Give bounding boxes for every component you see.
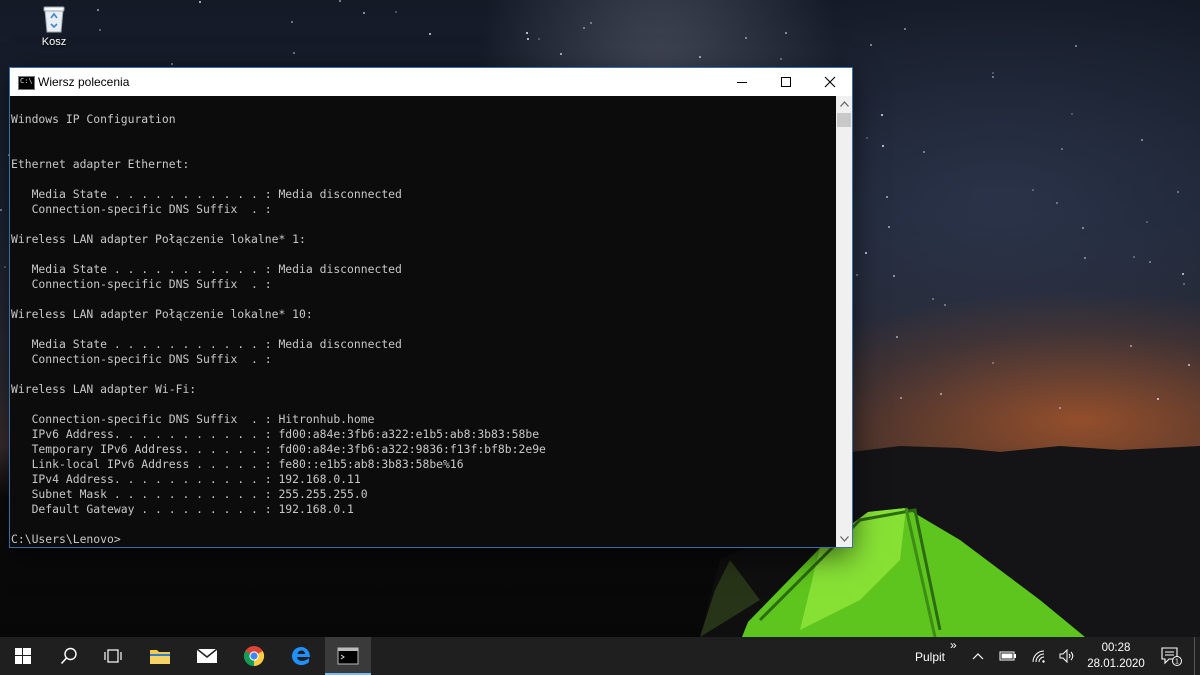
file-explorer-button[interactable] <box>137 637 183 675</box>
console-line: Ethernet adapter Ethernet: <box>11 157 190 171</box>
chrome-button[interactable] <box>231 637 277 675</box>
volume-button[interactable] <box>1054 637 1080 675</box>
vertical-scrollbar[interactable] <box>836 96 852 547</box>
notification-count: 1 <box>1175 659 1179 666</box>
wifi-icon <box>1032 650 1045 663</box>
close-button[interactable] <box>808 68 852 96</box>
console-line: Wireless LAN adapter Połączenie lokalne*… <box>11 232 306 246</box>
task-view-icon <box>104 649 122 663</box>
battery-button[interactable] <box>995 637 1021 675</box>
console-line: Windows IP Configuration <box>11 112 176 126</box>
console-line: Subnet Mask . . . . . . . . . . . : 255.… <box>11 487 368 501</box>
console-line: Wireless LAN adapter Połączenie lokalne*… <box>11 307 313 321</box>
console-line: Connection-specific DNS Suffix . : <box>11 277 272 291</box>
minimize-button[interactable] <box>720 68 764 96</box>
console-line: Connection-specific DNS Suffix . : <box>11 202 272 216</box>
maximize-button[interactable] <box>764 68 808 96</box>
console-line: Temporary IPv6 Address. . . . . . : fd00… <box>11 442 546 456</box>
scroll-up-button[interactable] <box>836 96 852 112</box>
close-icon <box>824 76 836 88</box>
scrollbar-thumb[interactable] <box>837 113 851 127</box>
console-line: Media State . . . . . . . . . . . : Medi… <box>11 337 402 351</box>
console-line: Wireless LAN adapter Wi-Fi: <box>11 382 197 396</box>
chevron-up-icon <box>839 101 849 107</box>
folder-icon <box>150 650 170 664</box>
desktop-icon-recycle-bin[interactable]: Kosz <box>22 4 86 48</box>
desktop-icon-label: Kosz <box>41 36 67 48</box>
maximize-icon <box>781 77 791 87</box>
clock-date: 28.01.2020 <box>1087 658 1145 670</box>
edge-button[interactable] <box>278 637 324 675</box>
battery-icon <box>999 651 1016 661</box>
console-line: IPv6 Address. . . . . . . . . . . : fd00… <box>11 427 540 441</box>
console-line: Connection-specific DNS Suffix . : <box>11 352 272 366</box>
mail-button[interactable] <box>184 637 230 675</box>
action-center-button[interactable]: 1 <box>1152 637 1190 675</box>
command-prompt-window[interactable]: C:\ Wiersz polecenia Windows IP Configur… <box>10 68 852 547</box>
mail-icon <box>196 648 218 663</box>
console-line: Default Gateway . . . . . . . . . : 192.… <box>11 502 354 516</box>
windows-logo-icon <box>15 648 31 664</box>
start-button[interactable] <box>0 637 46 675</box>
window-titlebar[interactable]: C:\ Wiersz polecenia <box>10 68 852 96</box>
cmd-taskbar-button[interactable] <box>325 637 371 675</box>
recycle-bin-icon <box>43 6 65 33</box>
show-hidden-icons-button[interactable] <box>966 637 990 675</box>
console-line: IPv4 Address. . . . . . . . . . . : 192.… <box>11 472 361 486</box>
scroll-down-button[interactable] <box>836 531 852 547</box>
console-line: C:\Users\Lenovo> <box>11 532 121 546</box>
desktop-toolbar-label[interactable]: Pulpit <box>915 650 945 664</box>
clock-time: 00:28 <box>1101 642 1131 654</box>
console-line: Connection-specific DNS Suffix . : Hitro… <box>11 412 375 426</box>
network-button[interactable] <box>1026 637 1052 675</box>
taskbar: Pulpit » 00:28 28.01.2020 1 <box>0 637 1200 675</box>
edge-icon <box>292 647 310 665</box>
action-center-icon: 1 <box>1161 647 1182 666</box>
chevron-up-icon <box>972 653 984 660</box>
command-prompt-icon <box>337 647 359 665</box>
command-prompt-icon: C:\ <box>18 76 35 90</box>
show-desktop-button[interactable] <box>1194 637 1200 675</box>
window-title: Wiersz polecenia <box>38 75 130 89</box>
task-view-button[interactable] <box>90 637 136 675</box>
chrome-icon <box>243 646 265 667</box>
console-line: Media State . . . . . . . . . . . : Medi… <box>11 187 402 201</box>
search-button[interactable] <box>46 637 92 675</box>
console-line: Media State . . . . . . . . . . . : Medi… <box>11 262 402 276</box>
toolbar-chevron[interactable]: » <box>950 638 957 652</box>
console-line: Link-local IPv6 Address . . . . . : fe80… <box>11 457 464 471</box>
minimize-icon <box>737 82 747 83</box>
chevron-down-icon <box>839 536 849 542</box>
search-icon <box>60 647 77 665</box>
volume-icon <box>1059 649 1074 663</box>
console-output[interactable]: Windows IP Configuration Ethernet adapter… <box>10 96 836 547</box>
clock[interactable]: 00:28 28.01.2020 <box>1082 640 1150 672</box>
